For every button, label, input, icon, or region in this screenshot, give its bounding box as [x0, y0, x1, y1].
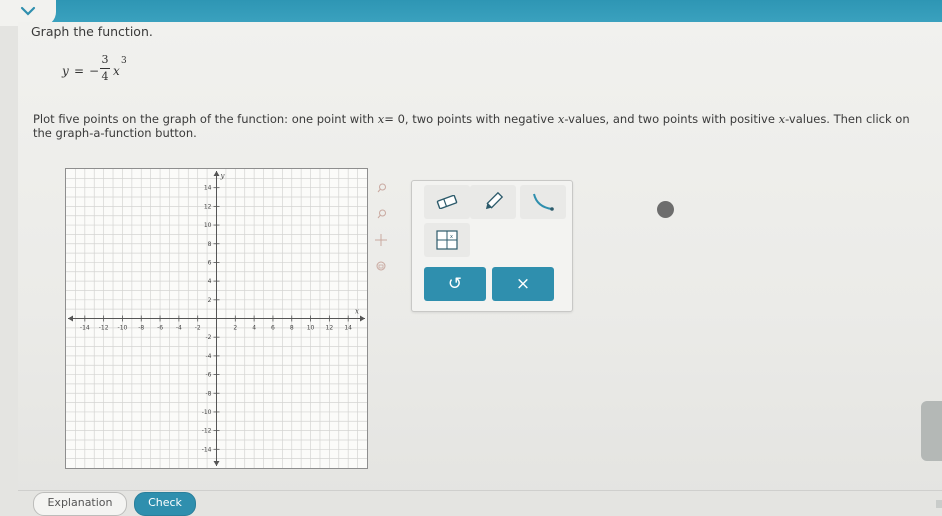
fraction-numerator: 3	[101, 53, 109, 66]
x-tick-label: -8	[138, 325, 144, 332]
curve-button[interactable]	[520, 185, 566, 219]
x-axis-arrow-right	[360, 315, 365, 322]
x-tick-label: -2	[195, 325, 201, 332]
equation-variable: x	[113, 64, 120, 78]
coordinate-grid[interactable]: -14 -12 -10 -8 -6 -4 -2 2 4 6 8 10 12 14 14 12 10 8 6 4 2 -2 -…	[66, 169, 367, 468]
instruction-eq-zero: = 0	[384, 112, 405, 126]
undo-button[interactable]: ↺	[424, 267, 486, 301]
eraser-icon	[436, 195, 458, 209]
instruction-part3: -values, and two points with positive	[564, 112, 775, 126]
y-axis-arrow-up	[213, 171, 220, 176]
graph-tools-panel: x ↺ ×	[411, 180, 573, 312]
instruction-text: Plot five points on the graph of the fun…	[33, 112, 923, 140]
y-tick-label: 4	[208, 278, 212, 285]
curve-icon	[533, 193, 554, 211]
y-tick-label: -8	[206, 390, 212, 397]
y-tick-label: -14	[202, 446, 212, 453]
x-tick-label: 10	[307, 325, 315, 332]
y-tick-label: 10	[204, 222, 212, 229]
x-axis-arrow-left	[68, 315, 73, 322]
check-button[interactable]: Check	[134, 492, 196, 516]
question-title: Graph the function.	[31, 24, 153, 39]
graph-function-button[interactable]: x	[424, 223, 470, 257]
chevron-down-icon	[20, 6, 36, 16]
home-icon[interactable]	[376, 261, 386, 274]
y-tick-label: 12	[204, 203, 212, 210]
eraser-button[interactable]	[424, 185, 470, 219]
x-tick-label: -6	[157, 325, 163, 332]
equation-equals: =	[74, 64, 85, 78]
x-tick-label: -14	[80, 325, 90, 332]
x-tick-label: 2	[233, 325, 237, 332]
y-axis-arrow-down	[213, 461, 220, 466]
x-tick-label: 14	[344, 325, 352, 332]
y-tick-label: 6	[208, 259, 212, 266]
equation-lhs: y	[62, 64, 69, 78]
y-tick-label: -2	[206, 334, 212, 341]
x-tick-label: 12	[326, 325, 334, 332]
x-tick-label: -12	[99, 325, 109, 332]
instruction-part1: Plot five points on the graph of the fun…	[33, 112, 375, 126]
fraction-denominator: 4	[101, 70, 109, 83]
y-tick-label: -6	[206, 372, 212, 379]
x-tick-label: 4	[252, 325, 256, 332]
x-tick-label: 8	[290, 325, 294, 332]
fraction-bar	[100, 68, 110, 69]
x-tick-label: -10	[118, 325, 128, 332]
equation-exponent: 3	[121, 56, 127, 66]
zoom-in-icon[interactable]	[377, 183, 387, 196]
y-tick-label: -4	[206, 353, 212, 360]
pan-icon[interactable]	[375, 234, 387, 249]
y-axis-label: y	[220, 172, 226, 180]
top-bar	[0, 0, 942, 24]
pencil-button[interactable]	[470, 185, 516, 219]
pencil-icon	[485, 191, 504, 210]
y-tick-label: 8	[208, 241, 212, 248]
status-dot	[657, 201, 674, 218]
x-tick-label: 6	[271, 325, 275, 332]
x-axis-label: x	[355, 308, 359, 316]
graph-area[interactable]: -14 -12 -10 -8 -6 -4 -2 2 4 6 8 10 12 14 14 12 10 8 6 4 2 -2 -…	[65, 168, 368, 469]
y-tick-label: 2	[208, 297, 212, 304]
side-tab[interactable]	[921, 401, 942, 461]
explanation-button[interactable]: Explanation	[33, 492, 127, 516]
svg-text:x: x	[450, 234, 453, 240]
graph-function-icon: x	[436, 230, 458, 250]
clear-button[interactable]: ×	[492, 267, 554, 301]
equation-sign: −	[89, 64, 100, 78]
undo-icon: ↺	[447, 274, 463, 294]
zoom-out-icon[interactable]	[377, 209, 387, 222]
instruction-part2: , two points with negative	[404, 112, 555, 126]
y-tick-label: 14	[204, 185, 212, 192]
clear-icon: ×	[515, 274, 531, 294]
footer-divider	[18, 490, 942, 491]
y-tick-label: -12	[202, 428, 212, 435]
x-tick-label: -4	[176, 325, 182, 332]
y-tick-label: -10	[202, 409, 212, 416]
